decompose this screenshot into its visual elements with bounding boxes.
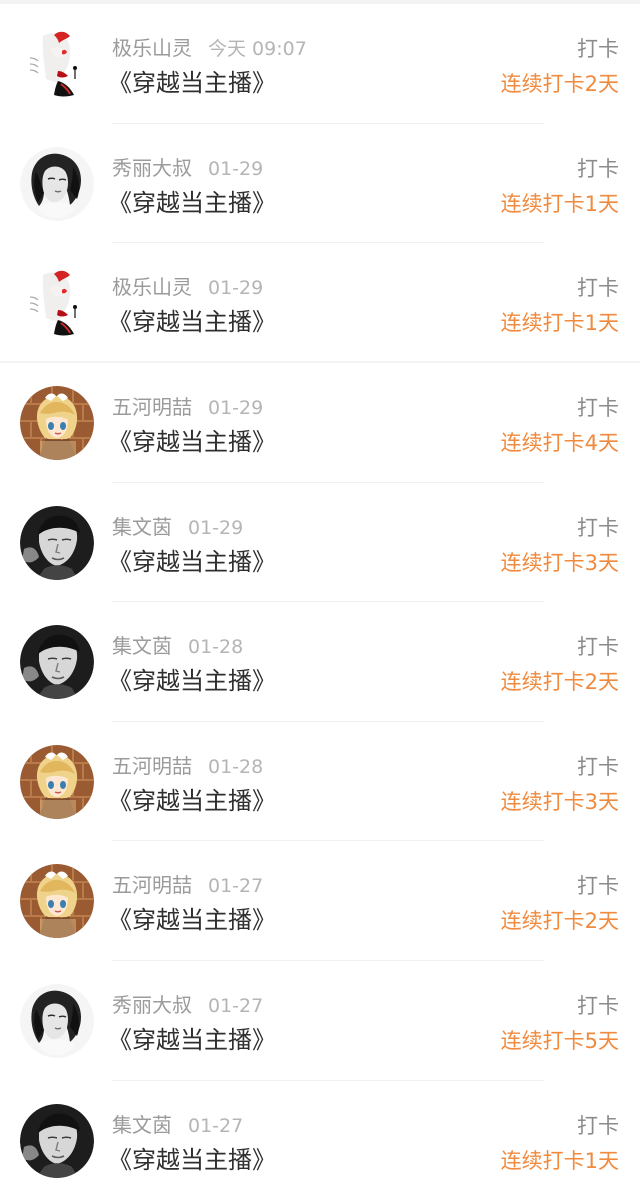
record-meta: 五河明喆 01-27 bbox=[112, 872, 263, 898]
user-avatar-anime-blonde-avatar[interactable] bbox=[20, 386, 94, 460]
checkin-streak-label: 连续打卡1天 bbox=[500, 311, 619, 336]
checkin-date: 01-29 bbox=[188, 516, 244, 539]
checkin-list-item[interactable]: 极乐山灵 今天 09:07 《穿越当主播》 打卡 连续打卡2天 bbox=[0, 4, 640, 124]
book-title[interactable]: 《穿越当主播》 bbox=[108, 663, 276, 699]
checkin-action-label: 打卡 bbox=[577, 754, 619, 779]
record-meta: 五河明喆 01-28 bbox=[112, 753, 263, 779]
checkin-action-label: 打卡 bbox=[577, 156, 619, 181]
record-meta: 极乐山灵 今天 09:07 bbox=[112, 35, 307, 61]
user-avatar-portrait-red-avatar[interactable] bbox=[20, 27, 94, 101]
checkin-date: 01-29 bbox=[208, 397, 264, 419]
user-name[interactable]: 五河明喆 bbox=[112, 873, 192, 897]
checkin-list-item[interactable]: 秀丽大叔 01-27 《穿越当主播》 打卡 连续打卡5天 bbox=[0, 961, 640, 1081]
user-avatar-anime-blonde-avatar[interactable] bbox=[20, 744, 94, 819]
user-avatar-anime-blonde-avatar[interactable] bbox=[20, 864, 94, 939]
checkin-streak-label: 连续打卡5天 bbox=[500, 1028, 619, 1053]
checkin-date: 01-27 bbox=[208, 875, 264, 898]
book-title[interactable]: 《穿越当主播》 bbox=[108, 1142, 276, 1178]
checkin-action-label: 打卡 bbox=[577, 1113, 619, 1138]
checkin-streak-label: 连续打卡1天 bbox=[500, 1148, 619, 1173]
checkin-date: 01-28 bbox=[208, 755, 264, 778]
user-name[interactable]: 集文茵 bbox=[112, 515, 172, 539]
user-avatar-portrait-bw-man-avatar[interactable] bbox=[20, 1103, 94, 1178]
record-meta: 秀丽大叔 01-29 bbox=[112, 155, 263, 181]
checkin-streak-label: 连续打卡2天 bbox=[500, 72, 619, 96]
user-name[interactable]: 集文茵 bbox=[112, 634, 172, 658]
checkin-list-item[interactable]: 极乐山灵 01-29 《穿越当主播》 打卡 连续打卡1天 bbox=[0, 243, 640, 361]
checkin-date: 01-28 bbox=[188, 636, 244, 659]
user-name[interactable]: 极乐山灵 bbox=[112, 36, 192, 60]
book-title[interactable]: 《穿越当主播》 bbox=[108, 185, 276, 221]
record-meta: 集文茵 01-27 bbox=[112, 1112, 243, 1138]
checkin-action-label: 打卡 bbox=[577, 874, 619, 899]
checkin-card-group-recent: 极乐山灵 今天 09:07 《穿越当主播》 打卡 连续打卡2天 秀丽大叔 01-… bbox=[0, 4, 640, 361]
book-title[interactable]: 《穿越当主播》 bbox=[108, 65, 276, 101]
checkin-streak-label: 连续打卡4天 bbox=[500, 431, 619, 455]
checkin-streak-label: 连续打卡3天 bbox=[500, 550, 619, 575]
checkin-list-item[interactable]: 五河明喆 01-29 《穿越当主播》 打卡 连续打卡4天 bbox=[0, 363, 640, 483]
user-avatar-portrait-bw-woman-avatar[interactable] bbox=[20, 146, 94, 221]
checkin-list-item[interactable]: 五河明喆 01-28 《穿越当主播》 打卡 连续打卡3天 bbox=[0, 722, 640, 842]
user-name[interactable]: 极乐山灵 bbox=[112, 275, 192, 299]
record-meta: 五河明喆 01-29 bbox=[112, 394, 263, 420]
checkin-record-screen: 极乐山灵 今天 09:07 《穿越当主播》 打卡 连续打卡2天 秀丽大叔 01-… bbox=[0, 0, 640, 1199]
checkin-action-label: 打卡 bbox=[577, 515, 619, 540]
user-avatar-portrait-bw-man-avatar[interactable] bbox=[20, 625, 94, 700]
user-avatar-portrait-bw-woman-avatar[interactable] bbox=[20, 983, 94, 1058]
checkin-action-label: 打卡 bbox=[577, 37, 619, 61]
book-title[interactable]: 《穿越当主播》 bbox=[108, 424, 276, 460]
record-meta: 集文茵 01-29 bbox=[112, 514, 243, 540]
user-name[interactable]: 五河明喆 bbox=[112, 395, 192, 419]
checkin-list-item[interactable]: 秀丽大叔 01-29 《穿越当主播》 打卡 连续打卡1天 bbox=[0, 124, 640, 244]
checkin-action-label: 打卡 bbox=[577, 993, 619, 1018]
checkin-list-item[interactable]: 集文茵 01-28 《穿越当主播》 打卡 连续打卡2天 bbox=[0, 602, 640, 722]
book-title[interactable]: 《穿越当主播》 bbox=[108, 902, 276, 938]
user-avatar-portrait-red-avatar[interactable] bbox=[20, 266, 94, 341]
checkin-card-group-history: 五河明喆 01-29 《穿越当主播》 打卡 连续打卡4天 集文茵 01-29 《… bbox=[0, 363, 640, 1199]
record-meta: 秀丽大叔 01-27 bbox=[112, 992, 263, 1018]
user-avatar-portrait-bw-man-avatar[interactable] bbox=[20, 505, 94, 580]
checkin-date: 01-27 bbox=[188, 1114, 244, 1137]
user-name[interactable]: 秀丽大叔 bbox=[112, 156, 192, 180]
checkin-list-item[interactable]: 五河明喆 01-27 《穿越当主播》 打卡 连续打卡2天 bbox=[0, 841, 640, 961]
book-title[interactable]: 《穿越当主播》 bbox=[108, 783, 276, 819]
user-name[interactable]: 集文茵 bbox=[112, 1113, 172, 1137]
checkin-action-label: 打卡 bbox=[577, 276, 619, 301]
checkin-streak-label: 连续打卡2天 bbox=[500, 909, 619, 934]
checkin-date: 01-29 bbox=[208, 277, 264, 300]
record-meta: 极乐山灵 01-29 bbox=[112, 274, 263, 300]
checkin-list-item[interactable]: 集文茵 01-29 《穿越当主播》 打卡 连续打卡3天 bbox=[0, 483, 640, 603]
user-name[interactable]: 五河明喆 bbox=[112, 754, 192, 778]
book-title[interactable]: 《穿越当主播》 bbox=[108, 1022, 276, 1058]
checkin-date: 01-27 bbox=[208, 994, 264, 1017]
checkin-streak-label: 连续打卡2天 bbox=[500, 670, 619, 695]
checkin-action-label: 打卡 bbox=[577, 396, 619, 420]
user-name[interactable]: 秀丽大叔 bbox=[112, 993, 192, 1017]
book-title[interactable]: 《穿越当主播》 bbox=[108, 304, 276, 340]
checkin-list-item[interactable]: 集文茵 01-27 《穿越当主播》 打卡 连续打卡1天 bbox=[0, 1081, 640, 1199]
record-meta: 集文茵 01-28 bbox=[112, 633, 243, 659]
book-title[interactable]: 《穿越当主播》 bbox=[108, 544, 276, 580]
checkin-date: 今天 09:07 bbox=[208, 38, 307, 60]
checkin-action-label: 打卡 bbox=[577, 635, 619, 660]
checkin-streak-label: 连续打卡3天 bbox=[500, 789, 619, 814]
checkin-streak-label: 连续打卡1天 bbox=[500, 191, 619, 216]
checkin-date: 01-29 bbox=[208, 157, 264, 180]
